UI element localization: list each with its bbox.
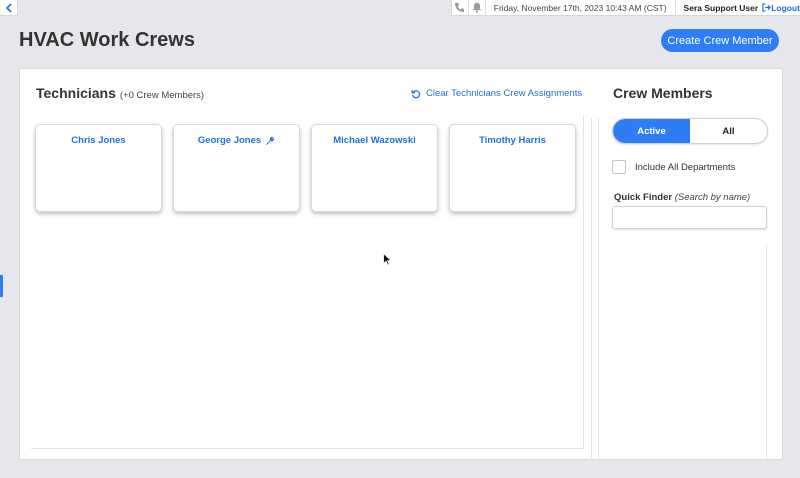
quick-finder-label: Quick Finder (Search by name) xyxy=(614,192,750,203)
status-bar: Friday, November 17th, 2023 10:43 AM (CS… xyxy=(451,0,800,16)
datetime-display: Friday, November 17th, 2023 10:43 AM (CS… xyxy=(486,0,676,16)
include-all-departments-checkbox[interactable] xyxy=(612,160,626,174)
technician-name-text: Timothy Harris xyxy=(479,135,546,146)
logout-link[interactable]: Logout xyxy=(762,3,800,13)
crew-member-count: (+0 Crew Members) xyxy=(119,90,205,101)
technician-card[interactable]: Michael Wazowski xyxy=(311,124,438,212)
include-all-departments-row: Include All Departments xyxy=(612,160,735,174)
current-user: Sera Support User xyxy=(683,2,759,13)
logout-label: Logout xyxy=(771,2,800,13)
technicians-header: Technicians (+0 Crew Members) xyxy=(36,85,204,101)
clear-assignments-label: Clear Technicians Crew Assignments xyxy=(426,88,583,99)
section-divider xyxy=(598,118,599,460)
mouse-cursor-icon xyxy=(383,253,392,266)
wrench-icon xyxy=(266,136,275,145)
technicians-area: Chris Jones George Jones Michael Wazowsk… xyxy=(31,115,584,449)
phone-button[interactable] xyxy=(452,0,469,16)
page-title: HVAC Work Crews xyxy=(19,29,195,51)
technician-card[interactable]: Chris Jones xyxy=(35,124,162,212)
notifications-button[interactable] xyxy=(469,0,486,16)
bell-icon xyxy=(472,2,482,13)
technicians-scrollbar-track[interactable] xyxy=(591,118,592,460)
toggle-all-option[interactable]: All xyxy=(690,119,767,143)
phone-icon xyxy=(455,2,465,13)
crews-panel: Technicians (+0 Crew Members) Clear Tech… xyxy=(19,68,783,461)
quick-finder-hint: (Search by name) xyxy=(674,192,751,203)
technician-name: George Jones xyxy=(198,135,275,146)
include-all-departments-label: Include All Departments xyxy=(635,161,736,173)
technician-name: Timothy Harris xyxy=(479,135,546,146)
technician-name: Michael Wazowski xyxy=(333,135,416,146)
technician-name-text: George Jones xyxy=(197,135,262,146)
technicians-title: Technicians xyxy=(36,85,116,101)
create-crew-member-button[interactable]: Create Crew Member xyxy=(661,29,779,52)
technician-name-text: Chris Jones xyxy=(71,135,126,146)
chevron-left-icon xyxy=(5,2,12,13)
technician-name: Chris Jones xyxy=(71,135,125,146)
back-button[interactable] xyxy=(0,0,18,16)
quick-finder-input[interactable] xyxy=(612,206,767,229)
left-accent-marker xyxy=(0,275,3,297)
technician-card[interactable]: Timothy Harris xyxy=(449,124,576,212)
undo-icon xyxy=(411,89,421,98)
toggle-active-option[interactable]: Active xyxy=(613,119,690,143)
crew-list-scrollbar-track[interactable] xyxy=(766,245,767,461)
clear-assignments-link[interactable]: Clear Technicians Crew Assignments xyxy=(411,88,582,99)
active-all-toggle: Active All xyxy=(612,118,768,144)
crew-members-title: Crew Members xyxy=(613,85,713,101)
logout-icon xyxy=(762,3,772,12)
technician-card[interactable]: George Jones xyxy=(173,124,300,212)
top-bar: Friday, November 17th, 2023 10:43 AM (CS… xyxy=(0,0,800,16)
technician-name-text: Michael Wazowski xyxy=(333,135,416,146)
quick-finder-title: Quick Finder xyxy=(614,192,673,203)
